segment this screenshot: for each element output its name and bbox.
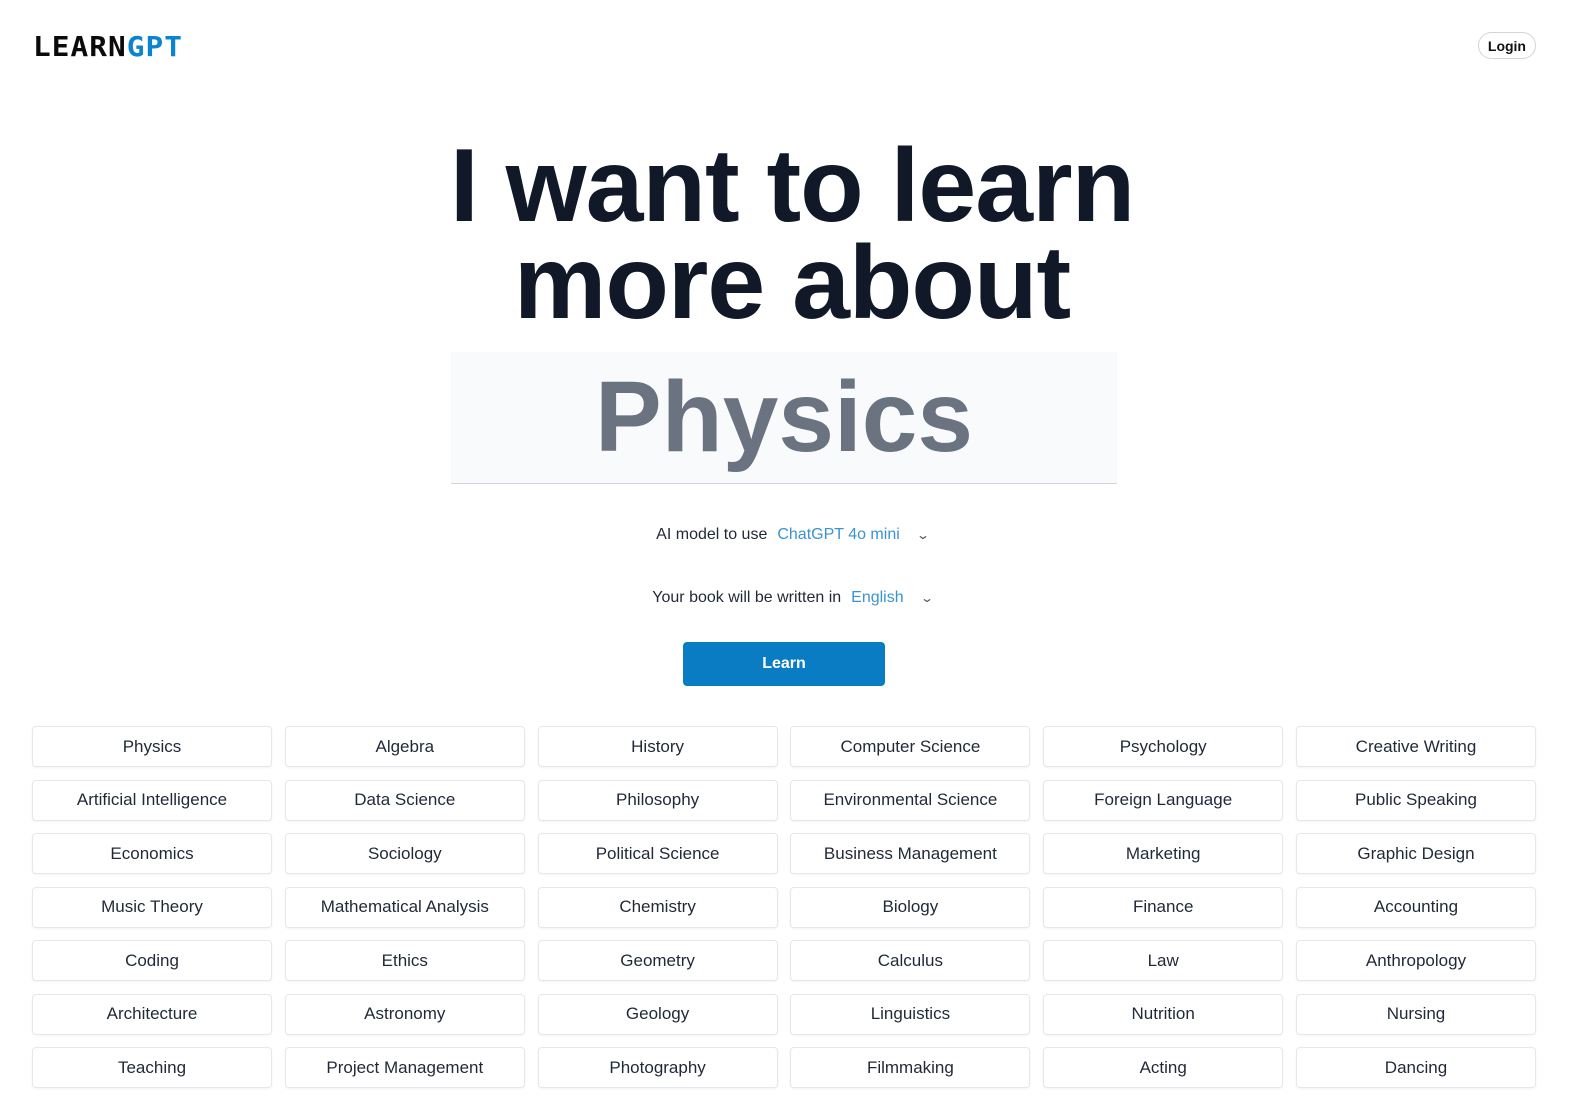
topic-chip[interactable]: Accounting	[1295, 886, 1536, 928]
topic-chip[interactable]: Astronomy	[284, 993, 525, 1035]
topic-chip[interactable]: Project Management	[284, 1047, 525, 1088]
topic-chip[interactable]: Public Speaking	[1295, 779, 1536, 821]
topic-chip[interactable]: Sociology	[284, 833, 525, 874]
topic-grid: Physics Algebra History Computer Science Psy…	[32, 726, 1536, 1088]
topic-chip[interactable]: Graphic Design	[1295, 833, 1536, 874]
topic-chip[interactable]: Anthropology	[1295, 940, 1536, 981]
chevron-down-icon[interactable]: ⌄	[920, 591, 934, 605]
topic-chip[interactable]: Nursing	[1295, 993, 1536, 1035]
topic-chip[interactable]: Philosophy	[537, 779, 778, 821]
logo[interactable]: LEARNGPT	[33, 30, 183, 63]
topic-chip[interactable]: Filmmaking	[790, 1047, 1031, 1088]
chevron-down-icon[interactable]: ⌄	[916, 528, 930, 542]
topic-chip[interactable]: Chemistry	[537, 886, 778, 928]
topic-chip[interactable]: Ethics	[284, 940, 525, 981]
topic-chip[interactable]: Dancing	[1295, 1047, 1536, 1088]
topic-chip[interactable]: Data Science	[284, 779, 525, 821]
hero-heading: I want to learn more about	[449, 128, 1135, 341]
topic-chip[interactable]: Computer Science	[790, 726, 1031, 767]
topic-chip[interactable]: Marketing	[1043, 833, 1284, 874]
topic-chip[interactable]: Nutrition	[1043, 993, 1284, 1035]
topic-chip[interactable]: Geology	[537, 993, 778, 1035]
topic-chip[interactable]: Acting	[1043, 1047, 1284, 1088]
topic-chip[interactable]: Physics	[32, 726, 272, 767]
topic-chip[interactable]: Geometry	[537, 940, 778, 981]
model-label: AI model to use	[656, 526, 768, 543]
topic-chip[interactable]: Finance	[1043, 886, 1284, 928]
topic-chip[interactable]: History	[537, 726, 778, 767]
topic-chip[interactable]: Environmental Science	[790, 779, 1031, 821]
login-button[interactable]: Login	[1477, 32, 1536, 59]
topic-chip[interactable]: Business Management	[790, 833, 1031, 874]
topic-chip[interactable]: Architecture	[32, 993, 272, 1035]
topic-chip[interactable]: Foreign Language	[1043, 779, 1284, 821]
model-selector[interactable]: AI model to use ChatGPT 4o mini ⌄	[0, 526, 1584, 544]
model-value[interactable]: ChatGPT 4o mini	[777, 526, 899, 543]
topic-chip[interactable]: Teaching	[32, 1047, 272, 1088]
topic-chip[interactable]: Calculus	[790, 940, 1031, 981]
learn-button[interactable]: Learn	[683, 642, 885, 686]
topic-chip[interactable]: Music Theory	[32, 886, 272, 928]
topic-chip[interactable]: Photography	[537, 1047, 778, 1088]
topic-chip[interactable]: Political Science	[537, 833, 778, 874]
topic-chip[interactable]: Biology	[790, 886, 1031, 928]
topic-chip[interactable]: Mathematical Analysis	[284, 886, 525, 928]
language-label: Your book will be written in	[652, 589, 842, 606]
language-selector[interactable]: Your book will be written in English ⌄	[0, 589, 1584, 607]
topic-chip[interactable]: Coding	[32, 940, 272, 981]
topic-chip[interactable]: Law	[1043, 940, 1284, 981]
topic-chip[interactable]: Artificial Intelligence	[32, 779, 272, 821]
topic-chip[interactable]: Creative Writing	[1295, 726, 1536, 767]
topic-chip[interactable]: Linguistics	[790, 993, 1031, 1035]
topic-chip[interactable]: Algebra	[284, 726, 525, 767]
topic-input[interactable]	[451, 352, 1117, 484]
topic-chip[interactable]: Economics	[32, 833, 272, 874]
language-value[interactable]: English	[851, 589, 903, 606]
topic-chip[interactable]: Psychology	[1043, 726, 1284, 767]
